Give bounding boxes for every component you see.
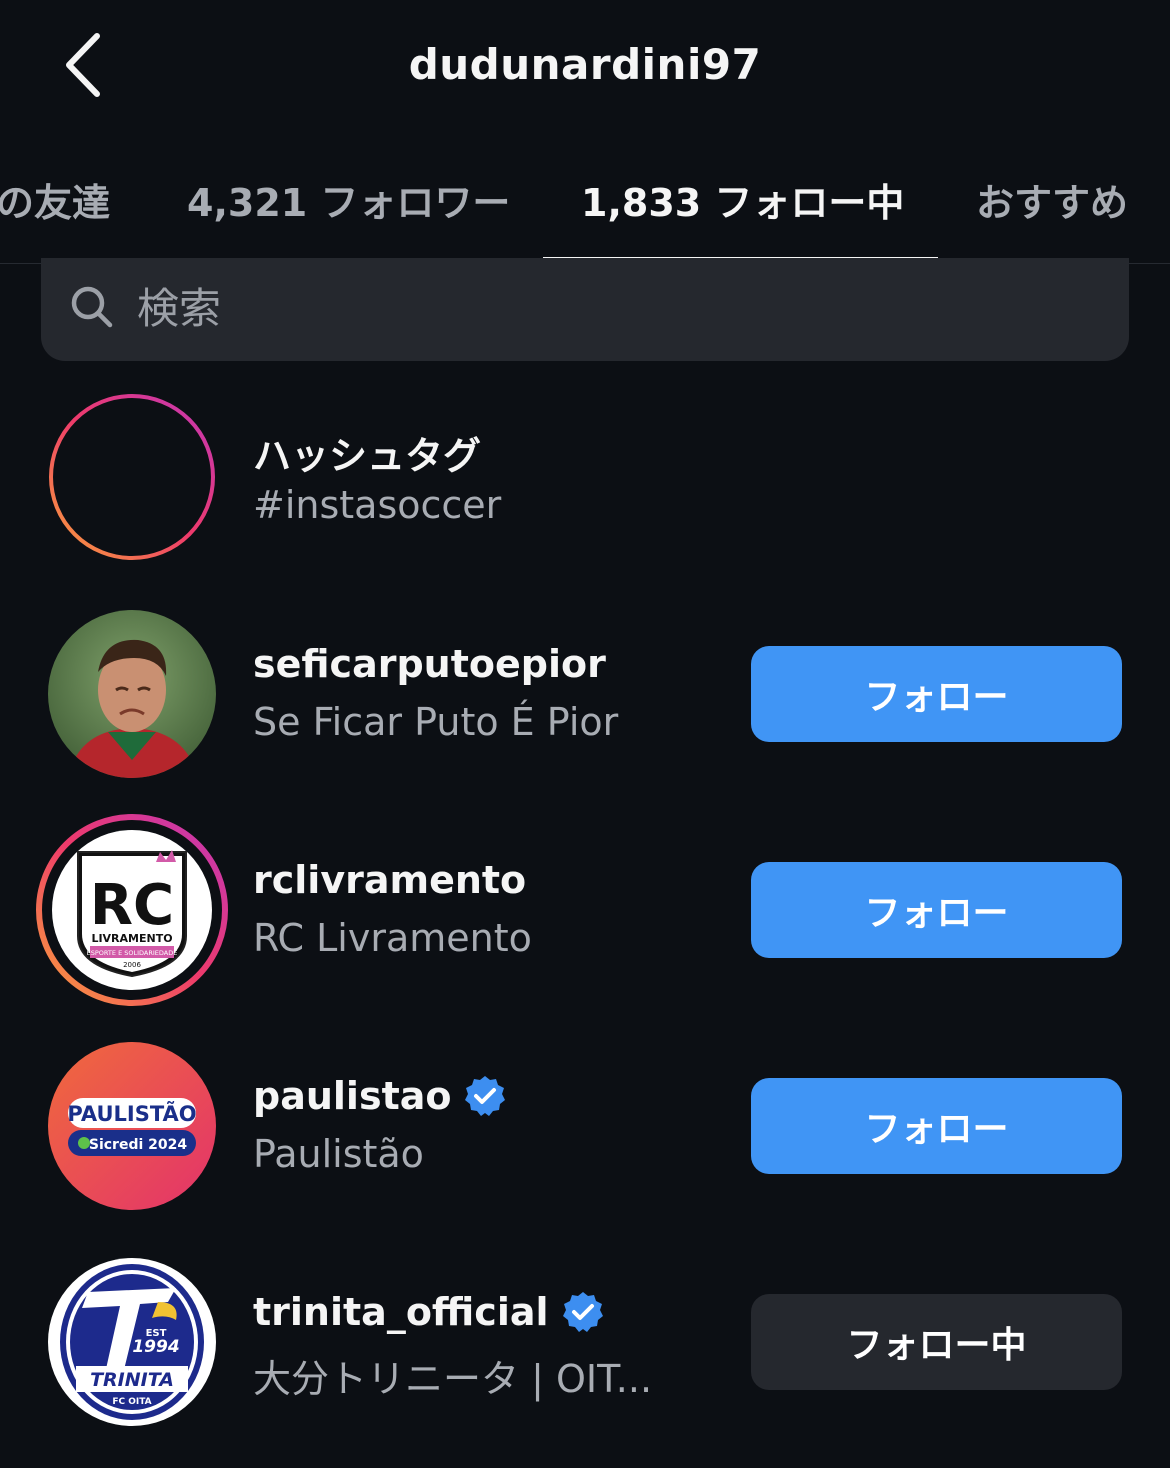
logo-subtext: LIVRAMENTO [91,932,172,945]
item-subtitle: Se Ficar Puto É Pior [253,700,619,744]
logo-ribbon: ESPORTE E SOLIDARIEDADE [87,949,178,957]
tab-suggested[interactable]: おすすめ [976,172,1128,227]
logo-subtext: Sicredi 2024 [89,1137,187,1153]
list-item-account[interactable]: PAULISTÃO Sicredi 2024 paulistao Paulist… [0,1042,1170,1242]
profile-photo [48,610,216,778]
avatar[interactable]: PAULISTÃO Sicredi 2024 [48,1042,216,1210]
follow-button[interactable]: フォロー [751,646,1122,742]
follow-button[interactable]: フォロー [751,862,1122,958]
avatar[interactable]: RC LIVRAMENTO ESPORTE E SOLIDARIEDADE 20… [36,814,228,1006]
item-subtitle: Paulistão [253,1132,424,1176]
tab-friends[interactable]: の友達 [0,172,110,227]
tab-followers[interactable]: 4,321 フォロワー [187,172,510,227]
item-name: rclivramento [253,858,527,902]
avatar[interactable] [48,610,216,778]
logo-year: 1994 [132,1337,179,1357]
item-name: ハッシュタグ [253,434,482,478]
follow-button[interactable]: フォロー [751,1078,1122,1174]
list-item-account[interactable]: seficarputoepior Se Ficar Puto É Pior フォ… [0,610,1170,810]
tab-bar: の友達 4,321 フォロワー 1,833 フォロー中 おすすめ [0,150,1170,264]
following-button[interactable]: フォロー中 [751,1294,1122,1390]
rc-livramento-logo: RC LIVRAMENTO ESPORTE E SOLIDARIEDADE 20… [36,814,228,1006]
avatar[interactable]: EST 1994 TRINITA FC OITA [48,1258,216,1426]
item-subtitle: RC Livramento [253,916,532,960]
item-name: paulistao [253,1074,507,1118]
page-title: dudunardini97 [408,40,762,89]
search-input[interactable] [137,280,1037,336]
logo-text: RC [90,873,174,938]
item-subtitle: 大分トリニータ | OIT... [253,1357,653,1401]
item-name: trinita_official [253,1290,605,1334]
search-icon [71,286,113,328]
search-bar[interactable] [41,258,1129,361]
paulistao-logo: PAULISTÃO Sicredi 2024 [48,1042,216,1210]
item-subtitle: #instasoccer [253,483,502,527]
verified-badge-icon [562,1292,603,1332]
item-name: seficarputoepior [253,642,606,686]
trinita-logo: EST 1994 TRINITA FC OITA [48,1258,216,1426]
logo-subtext: FC OITA [112,1397,151,1407]
verified-badge-icon [465,1076,506,1116]
hashtag-icon [49,394,215,560]
logo-year: 2006 [123,961,141,969]
header: dudunardini97 [0,0,1170,135]
logo-text: PAULISTÃO [67,1101,196,1126]
tab-following[interactable]: 1,833 フォロー中 [581,172,904,227]
hashtag-avatar [48,393,216,561]
list-item-account[interactable]: EST 1994 TRINITA FC OITA trinita_officia… [0,1258,1170,1458]
logo-text: TRINITA [90,1369,174,1391]
list-item-account[interactable]: RC LIVRAMENTO ESPORTE E SOLIDARIEDADE 20… [0,814,1170,1026]
list-item-hashtag[interactable]: ハッシュタグ #instasoccer [0,393,1170,593]
